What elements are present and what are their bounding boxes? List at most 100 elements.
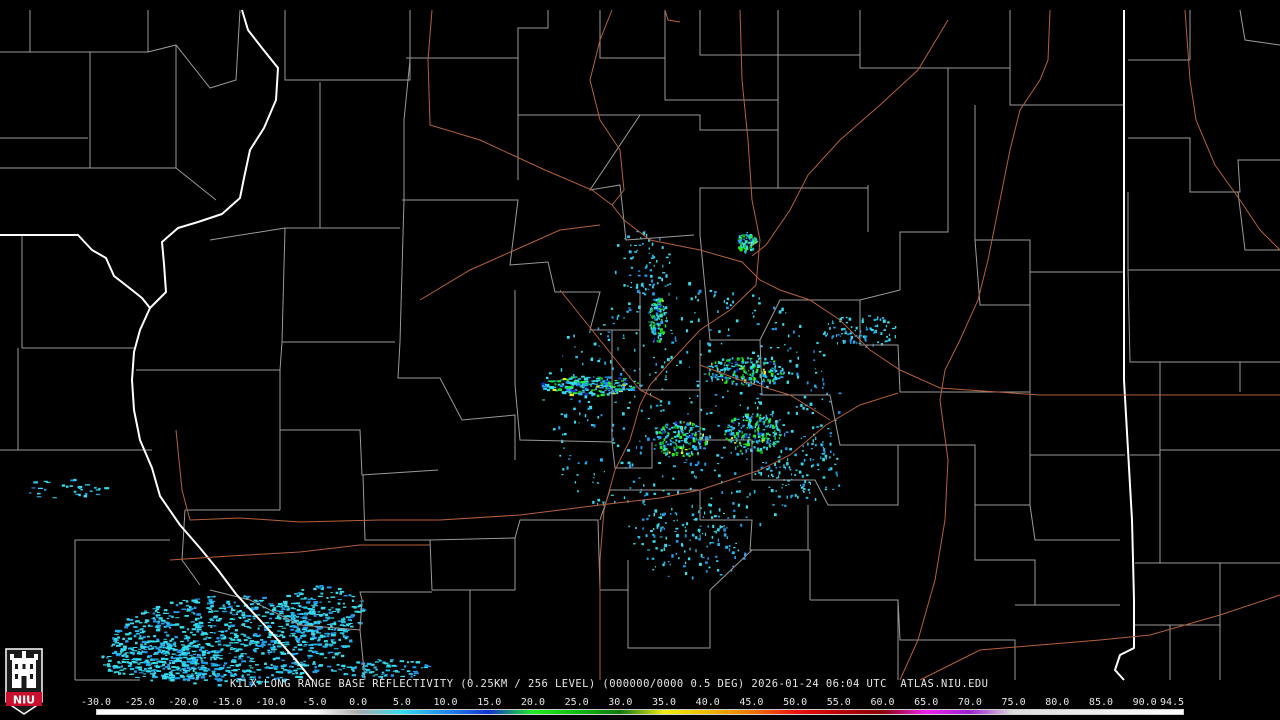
- echo-speck: [259, 634, 261, 637]
- echo-speck: [666, 317, 668, 320]
- echo-speck: [272, 648, 277, 650]
- echo-speck: [734, 374, 736, 376]
- echo-speck: [283, 601, 288, 605]
- echo-speck: [137, 651, 140, 654]
- echo-speck: [643, 484, 645, 487]
- echo-speck: [664, 543, 668, 548]
- echo-speck: [619, 373, 623, 376]
- echo-speck: [615, 270, 617, 275]
- echo-speck: [337, 587, 342, 591]
- echo-speck: [742, 246, 744, 248]
- echo-speck: [213, 610, 219, 612]
- echo-speck: [566, 413, 568, 416]
- echo-speck: [651, 308, 653, 312]
- echo-speck: [107, 665, 111, 668]
- echo-speck: [665, 453, 667, 457]
- echo-speck: [745, 505, 748, 509]
- echo-speck: [667, 284, 669, 286]
- echo-speck: [332, 610, 337, 612]
- echo-speck: [752, 369, 754, 373]
- echo-speck: [874, 330, 878, 334]
- echo-speck: [728, 432, 731, 436]
- echo-speck: [675, 439, 678, 442]
- echo-speck: [268, 626, 272, 628]
- echo-speck: [850, 335, 853, 340]
- echo-speck: [772, 426, 776, 429]
- echo-speck: [577, 378, 580, 380]
- echo-speck: [145, 646, 150, 649]
- echo-speck: [719, 361, 723, 365]
- echo-speck: [121, 654, 125, 657]
- echo-speck: [618, 384, 621, 386]
- echo-speck: [602, 324, 606, 326]
- echo-speck: [774, 437, 776, 440]
- echo-speck: [330, 633, 336, 637]
- echo-speck: [299, 593, 303, 596]
- echo-speck: [643, 504, 646, 506]
- echo-speck: [678, 557, 680, 560]
- echo-speck: [646, 557, 649, 560]
- echo-speck: [686, 522, 689, 526]
- echo-speck: [160, 643, 165, 646]
- echo-speck: [143, 660, 146, 663]
- echo-speck: [593, 424, 596, 428]
- echo-speck: [724, 429, 728, 433]
- echo-speck: [190, 621, 195, 623]
- echo-speck: [594, 383, 598, 385]
- echo-speck: [616, 444, 620, 448]
- echo-speck: [773, 370, 775, 373]
- echo-speck: [281, 667, 285, 669]
- echo-speck: [230, 609, 236, 612]
- echo-speck: [780, 372, 783, 376]
- echo-speck: [308, 619, 312, 621]
- echo-speck: [313, 621, 317, 624]
- echo-speck: [147, 670, 152, 673]
- echo-speck: [195, 598, 201, 600]
- echo-speck: [626, 285, 629, 287]
- echo-speck: [769, 440, 771, 442]
- echo-speck: [769, 380, 771, 385]
- echo-speck: [741, 358, 744, 362]
- echo-speck: [171, 615, 174, 618]
- echo-speck: [711, 535, 714, 539]
- echo-speck: [235, 613, 238, 615]
- echo-speck: [653, 323, 655, 327]
- echo-speck: [275, 668, 278, 670]
- echo-speck: [692, 439, 696, 443]
- echo-speck: [142, 675, 146, 677]
- echo-speck: [712, 524, 715, 528]
- echo-speck: [662, 264, 664, 268]
- echo-speck: [686, 436, 690, 439]
- echo-speck: [802, 445, 804, 448]
- echo-speck: [754, 401, 756, 404]
- echo-speck: [309, 613, 312, 615]
- echo-speck: [214, 668, 219, 671]
- echo-speck: [684, 526, 686, 529]
- echo-speck: [193, 624, 198, 627]
- colorbar-label: 85.0: [1088, 697, 1114, 708]
- echo-speck: [745, 419, 748, 422]
- echo-speck: [347, 618, 352, 621]
- echo-speck: [665, 256, 669, 259]
- echo-speck: [735, 364, 737, 367]
- echo-speck: [578, 399, 581, 403]
- echo-speck: [627, 235, 630, 238]
- echo-speck: [771, 443, 774, 445]
- echo-speck: [238, 663, 241, 667]
- echo-speck: [742, 424, 745, 427]
- echo-speck: [231, 614, 236, 616]
- echo-speck: [649, 314, 651, 316]
- echo-speck: [717, 424, 720, 427]
- echo-speck: [406, 670, 411, 673]
- echo-speck: [805, 496, 809, 499]
- echo-speck: [677, 433, 680, 436]
- echo-speck: [182, 599, 186, 601]
- echo-speck: [734, 472, 737, 475]
- echo-speck: [95, 493, 101, 496]
- echo-speck: [148, 648, 153, 650]
- echo-speck: [739, 490, 741, 493]
- echo-speck: [636, 382, 640, 384]
- echo-speck: [813, 359, 816, 361]
- echo-speck: [613, 383, 615, 386]
- echo-speck: [731, 491, 733, 495]
